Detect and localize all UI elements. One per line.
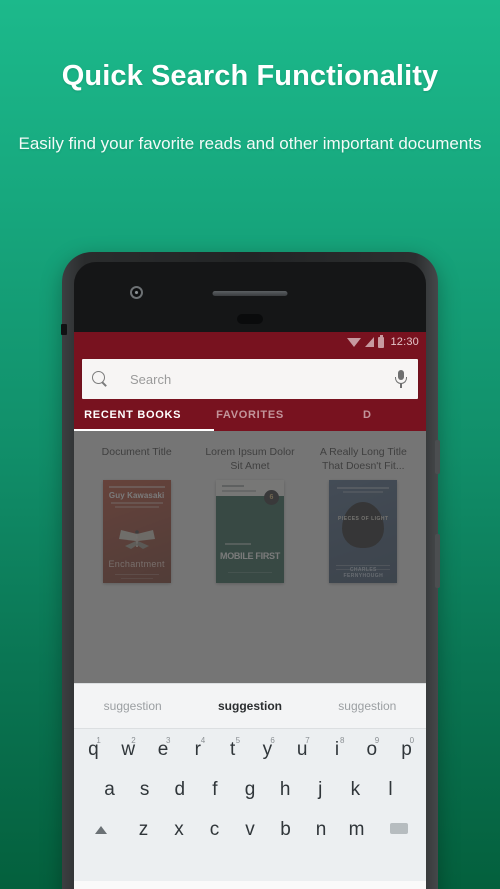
list-item[interactable]: Document Title Guy Kawasaki Enchantment [87,445,187,683]
key-num-0: 0 [409,736,415,745]
volume-button[interactable] [435,440,440,474]
key-j[interactable]: j [303,777,338,803]
shift-key-icon[interactable] [76,817,126,843]
app-bar [74,352,426,399]
tab-bar: RECENT BOOKS FAVORITES D [74,399,426,431]
wifi-icon [347,337,362,347]
suggestion-item-3[interactable]: suggestion [309,699,426,713]
book-cover-enchantment[interactable]: Guy Kawasaki Enchantment [102,480,171,583]
phone-bezel: 12:30 RECENT BOOKS FAVORITES D [74,262,426,889]
on-screen-keyboard: 1q 2w 3e 4r 5t 6y 7u 8i 9o 0p a s d f g [74,729,426,881]
key-num-8: 8 [339,736,345,745]
key-s[interactable]: s [127,777,162,803]
list-item[interactable]: Lorem Ipsum Dolor Sit Amet 6 MOBILE FIRS… [200,445,300,683]
key-num-5: 5 [235,736,241,745]
page-title: Quick Search Functionality [61,60,439,92]
proximity-sensor-icon [237,314,263,324]
book-cover-name: MOBILE FIRST [220,551,280,562]
key-label: t [229,739,236,760]
suggestion-item-1[interactable]: suggestion [74,699,191,713]
key-q[interactable]: 1q [76,736,111,763]
tab-recent-books[interactable]: RECENT BOOKS [74,399,191,431]
book-cover-pieces-of-light[interactable]: PIECES OF LIGHT CHARLES FERNYHOUGH [329,480,398,584]
key-num-2: 2 [131,736,136,745]
book-cover-name: PIECES OF LIGHT [338,516,389,523]
sim-tray-button[interactable] [61,324,67,335]
book-cover-author: CHARLES FERNYHOUGH [343,567,384,580]
key-num-3: 3 [166,736,171,745]
list-item[interactable]: A Really Long Title That Doesn't Fit... … [313,445,413,683]
key-e[interactable]: 3e [146,736,181,763]
key-num-9: 9 [374,736,380,745]
book-cover-mobile-first[interactable]: 6 MOBILE FIRST [215,480,284,584]
key-y[interactable]: 6y [250,736,285,763]
key-num-1: 1 [96,736,101,745]
status-clock: 12:30 [390,336,419,348]
keyboard-row-2: a s d f g h j k l [74,777,426,803]
key-d[interactable]: d [162,777,197,803]
suggestion-bar: suggestion suggestion suggestion [74,683,426,729]
page-subtitle: Easily find your favorite reads and othe… [18,134,482,153]
key-w[interactable]: 2w [111,736,146,763]
key-num-4: 4 [200,736,206,745]
key-t[interactable]: 5t [215,736,250,763]
keyboard-row-1: 1q 2w 3e 4r 5t 6y 7u 8i 9o 0p [74,736,426,763]
signal-icon [365,337,375,347]
key-c[interactable]: c [197,817,233,843]
backspace-key-icon[interactable] [374,817,424,843]
tab-favorites[interactable]: FAVORITES [191,399,308,431]
book-cover-author: Guy Kawasaki [108,491,165,500]
key-g[interactable]: g [232,777,267,803]
key-h[interactable]: h [268,777,303,803]
book-title: A Really Long Title That Doesn't Fit... [319,446,407,473]
key-r[interactable]: 4r [180,736,215,763]
book-title: Lorem Ipsum Dolor Sit Amet [205,446,295,473]
book-list: Document Title Guy Kawasaki Enchantment … [74,431,426,683]
key-f[interactable]: f [197,777,232,803]
tab-documents[interactable]: D [309,399,426,431]
phone-screen: 12:30 RECENT BOOKS FAVORITES D [74,332,426,889]
key-k[interactable]: k [338,777,373,803]
search-icon [92,371,108,387]
key-num-7: 7 [305,736,310,745]
key-i[interactable]: 8i [320,736,355,763]
phone-mockup: 12:30 RECENT BOOKS FAVORITES D [61,252,440,889]
key-n[interactable]: n [303,817,339,843]
key-o[interactable]: 9o [354,736,389,763]
suggestion-item-2[interactable]: suggestion [191,699,308,713]
battery-icon [378,334,385,348]
key-l[interactable]: l [373,777,408,803]
camera-icon [130,286,143,299]
key-m[interactable]: m [339,817,375,843]
power-button[interactable] [435,534,440,588]
key-x[interactable]: x [161,817,197,843]
key-label: i [334,739,340,760]
microphone-icon[interactable] [394,370,408,388]
key-num-6: 6 [270,736,275,745]
head-silhouette-icon [342,502,385,549]
moth-illustration-icon [118,530,155,549]
key-u[interactable]: 7u [285,736,320,763]
keyboard-row-3: z x c v b n m [74,817,426,843]
key-b[interactable]: b [268,817,304,843]
speaker-grille-icon [212,291,288,296]
key-p[interactable]: 0p [389,736,424,763]
key-v[interactable]: v [232,817,268,843]
search-bar[interactable] [82,359,418,399]
status-bar: 12:30 [74,332,426,352]
book-title: Document Title [101,446,172,458]
search-input[interactable] [108,371,394,387]
key-z[interactable]: z [126,817,162,843]
promo-header: Quick Search Functionality Easily find y… [0,0,500,157]
book-cover-name: Enchantment [108,559,165,569]
key-a[interactable]: a [92,777,127,803]
